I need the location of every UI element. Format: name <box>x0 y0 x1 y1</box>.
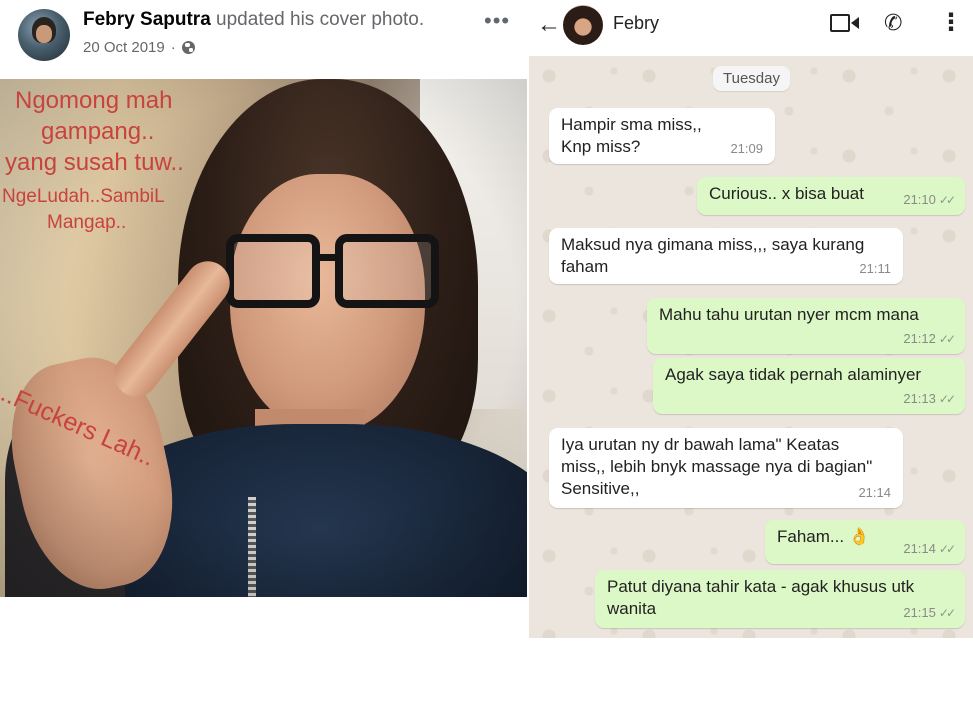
back-arrow-icon[interactable]: ← <box>537 11 561 39</box>
message-bubble-outgoing[interactable]: Agak saya tidak pernah alaminyer 21:13 ✓✓ <box>653 358 965 414</box>
author-name[interactable]: Febry Saputra <box>83 9 211 30</box>
author-avatar[interactable] <box>18 9 70 61</box>
message-time: 21:15 <box>903 605 936 620</box>
message-text: Mahu tahu urutan nyer mcm mana <box>659 305 919 324</box>
message-time-row: 21:14 ✓✓ <box>903 538 956 560</box>
message-text: Hampir sma miss,, Knp miss? <box>561 115 702 156</box>
contact-name[interactable]: Febry <box>613 13 659 34</box>
overlay-text-line: NgeLudah..SambiL <box>2 186 165 207</box>
chat-header: ← Febry ✆ ⋮ <box>529 0 973 52</box>
message-text: Curious.. x bisa buat <box>709 184 864 203</box>
video-call-icon[interactable] <box>830 14 859 32</box>
chat-messages: Tuesday Hampir sma miss,, Knp miss? 21:0… <box>529 56 973 638</box>
message-text: Agak saya tidak pernah alaminyer <box>665 365 922 384</box>
message-time-row: 21:15 ✓✓ <box>903 602 956 624</box>
message-time-row: 21:12 ✓✓ <box>903 328 956 350</box>
contact-avatar[interactable] <box>563 5 603 45</box>
read-receipt-icon: ✓✓ <box>938 606 956 620</box>
message-text: Iya urutan ny dr bawah lama" Keatas miss… <box>561 435 873 498</box>
more-icon[interactable]: ••• <box>484 8 510 34</box>
overlay-text-line: Ngomong mah <box>15 87 173 114</box>
message-bubble-incoming[interactable]: Hampir sma miss,, Knp miss? 21:09 <box>549 108 775 164</box>
message-bubble-incoming[interactable]: Iya urutan ny dr bawah lama" Keatas miss… <box>549 428 903 508</box>
overlay-text-line: gampang.. <box>41 118 155 145</box>
message-text: Maksud nya gimana miss,,, saya kurang fa… <box>561 235 865 276</box>
post-action-text: updated his cover photo. <box>216 9 425 30</box>
message-time: 21:10 <box>903 192 936 207</box>
message-time: 21:12 <box>903 331 936 346</box>
day-divider: Tuesday <box>713 66 790 91</box>
overflow-menu-icon[interactable]: ⋮ <box>939 8 963 37</box>
message-bubble-outgoing[interactable]: Curious.. x bisa buat 21:10 ✓✓ <box>697 177 965 215</box>
globe-icon <box>181 41 195 54</box>
read-receipt-icon: ✓✓ <box>938 542 956 556</box>
message-text: Faham... 👌 <box>777 527 870 546</box>
phone-call-icon[interactable]: ✆ <box>884 10 902 36</box>
message-bubble-outgoing[interactable]: Mahu tahu urutan nyer mcm mana 21:12 ✓✓ <box>647 298 965 354</box>
message-time: 21:14 <box>858 485 891 500</box>
read-receipt-icon: ✓✓ <box>938 193 956 207</box>
message-bubble-outgoing[interactable]: Faham... 👌 21:14 ✓✓ <box>765 520 965 564</box>
facebook-post: Febry Saputra updated his cover photo. 2… <box>0 0 527 713</box>
message-time: 21:09 <box>730 141 763 156</box>
meta-separator: · <box>170 39 176 56</box>
message-bubble-incoming[interactable]: Maksud nya gimana miss,,, saya kurang fa… <box>549 228 903 284</box>
read-receipt-icon: ✓✓ <box>938 332 956 346</box>
whatsapp-chat: ← Febry ✆ ⋮ Tuesday Hampir sma miss,, Kn… <box>529 0 973 638</box>
message-bubble-outgoing[interactable]: Patut diyana tahir kata - agak khusus ut… <box>595 570 965 628</box>
read-receipt-icon: ✓✓ <box>938 392 956 406</box>
overlay-text-line: Mangap.. <box>47 212 127 233</box>
message-time: 21:11 <box>859 261 891 276</box>
message-time: 21:14 <box>903 541 936 556</box>
message-text: Patut diyana tahir kata - agak khusus ut… <box>607 577 915 618</box>
overlay-text-line: yang susah tuw.. <box>5 149 184 176</box>
message-time-row: 21:13 ✓✓ <box>903 388 956 410</box>
message-time: 21:13 <box>903 391 936 406</box>
message-time-row: 21:10 ✓✓ <box>903 189 956 211</box>
post-header: Febry Saputra updated his cover photo. <box>83 9 424 31</box>
avatar-face <box>36 25 52 43</box>
post-meta: 20 Oct 2019 · <box>83 39 195 56</box>
post-date[interactable]: 20 Oct 2019 <box>83 39 165 56</box>
cover-photo[interactable]: Ngomong mah gampang.. yang susah tuw.. N… <box>0 79 527 597</box>
